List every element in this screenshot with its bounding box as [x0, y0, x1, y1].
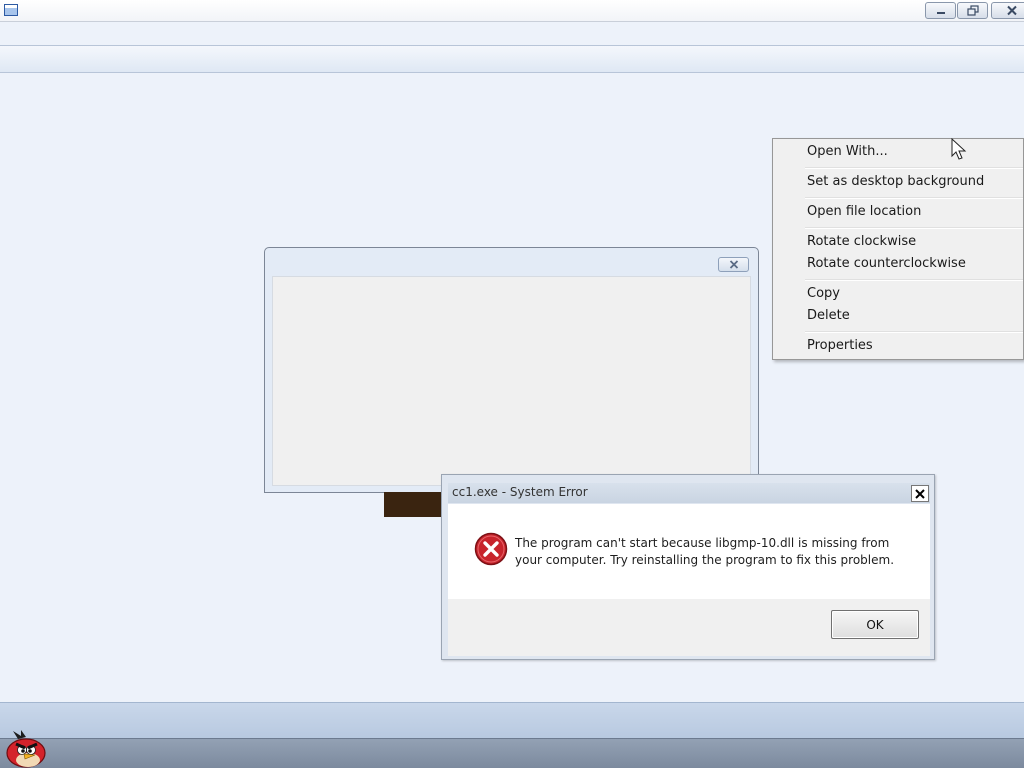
angry-bird-icon[interactable] [4, 729, 48, 768]
menu-item-set-desktop-background[interactable]: Set as desktop background [807, 174, 984, 192]
background-window [264, 247, 759, 493]
background-window-close-button[interactable] [718, 257, 749, 272]
menu-separator [805, 167, 1023, 169]
background-window-client-area [272, 276, 751, 486]
restore-icon [966, 5, 979, 16]
menu-item-open-with[interactable]: Open With... [807, 144, 888, 162]
error-message-line: The program can't start because libgmp-1… [515, 536, 890, 550]
error-dialog-body: The program can't start because libgmp-1… [448, 504, 930, 599]
window-title [25, 3, 915, 19]
close-button[interactable] [991, 2, 1024, 19]
context-menu: Open With... Set as desktop background O… [772, 138, 1024, 360]
error-dialog-title: cc1.exe - System Error [452, 485, 588, 499]
status-bar [0, 702, 1024, 738]
dark-image-strip [384, 492, 444, 517]
error-dialog: cc1.exe - System Error The program can't… [441, 474, 935, 660]
menu-item-delete[interactable]: Delete [807, 308, 850, 326]
error-message: The program can't start because libgmp-1… [515, 535, 915, 569]
menu-separator [805, 279, 1023, 281]
close-icon [1007, 5, 1017, 16]
taskbar [0, 738, 1024, 768]
error-dialog-close-button[interactable] [911, 485, 929, 502]
error-icon [474, 532, 508, 566]
minimize-icon [936, 11, 945, 14]
menu-separator [805, 331, 1023, 333]
toolbar [0, 45, 1024, 73]
close-icon [729, 260, 738, 269]
error-dialog-footer: OK [448, 599, 930, 656]
ok-button[interactable]: OK [831, 610, 919, 639]
menu-item-properties[interactable]: Properties [807, 338, 873, 356]
close-icon [915, 488, 925, 499]
background-window-title [275, 245, 720, 259]
menu-item-open-file-location[interactable]: Open file location [807, 204, 921, 222]
menu-separator [805, 197, 1023, 199]
window-app-icon[interactable] [4, 4, 18, 16]
error-message-line: your computer. Try reinstalling the prog… [515, 553, 895, 567]
menu-separator [805, 227, 1023, 229]
minimize-button[interactable] [925, 2, 956, 19]
restore-button[interactable] [957, 2, 988, 19]
error-dialog-titlebar: cc1.exe - System Error [448, 483, 930, 503]
menu-item-rotate-counterclockwise[interactable]: Rotate counterclockwise [807, 256, 966, 274]
window-controls [925, 2, 1024, 19]
menu-item-rotate-clockwise[interactable]: Rotate clockwise [807, 234, 916, 252]
mouse-pointer-icon [951, 138, 967, 160]
menu-item-copy[interactable]: Copy [807, 286, 840, 304]
window-titlebar [0, 0, 1024, 22]
